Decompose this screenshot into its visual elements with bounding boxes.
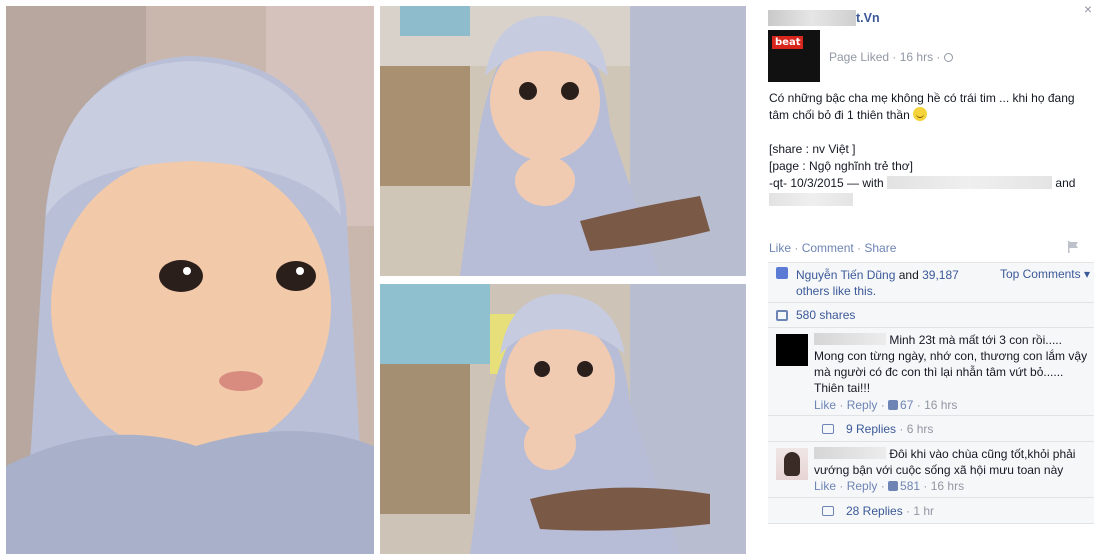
replies-row: 9 Replies · 6 hrs bbox=[768, 416, 1094, 442]
smiley-icon bbox=[913, 107, 928, 121]
post-page-line: [page : Ngộ nghĩnh trẻ thơ] bbox=[769, 159, 913, 173]
flag-icon[interactable] bbox=[1067, 241, 1079, 253]
comment-like-link[interactable]: Like bbox=[814, 479, 836, 493]
likes-count[interactable]: 39,187 bbox=[922, 268, 959, 282]
likes-summary: Nguyễn Tiến Dũng and 39,187 others like … bbox=[796, 268, 959, 298]
post-body: Có những bậc cha mẹ không hề có trái tim… bbox=[769, 90, 1094, 209]
comment-likes[interactable]: 67 bbox=[900, 398, 913, 412]
photo-baby-closeup[interactable] bbox=[6, 6, 374, 554]
comment-like-link[interactable]: Like bbox=[814, 398, 836, 412]
photo-collage bbox=[0, 0, 755, 560]
reply-icon bbox=[822, 506, 834, 516]
photo-baby-sitting-bottom[interactable] bbox=[380, 284, 746, 554]
comment-meta: Like · Reply · 581 · 16 hrs bbox=[814, 479, 965, 493]
comment-button[interactable]: Comment bbox=[802, 241, 854, 255]
post-date-text: -qt- 10/3/2015 — with bbox=[769, 176, 884, 190]
comment-time[interactable]: 16 hrs bbox=[924, 398, 957, 412]
comment-item: Minh 23t mà mất tới 3 con rồi..... Mong … bbox=[768, 328, 1094, 416]
page-name-redacted bbox=[768, 10, 856, 26]
commenter-name-redacted[interactable] bbox=[814, 447, 886, 459]
likes-row: Nguyễn Tiến Dũng and 39,187 others like … bbox=[768, 263, 1094, 303]
globe-icon bbox=[944, 53, 954, 62]
shares-count[interactable]: 580 shares bbox=[796, 308, 855, 322]
comment-text: Minh 23t mà mất tới 3 con rồi..... Mong … bbox=[814, 333, 1088, 395]
replies-link[interactable]: 9 Replies · 6 hrs bbox=[846, 422, 933, 436]
liker-name[interactable]: Nguyễn Tiến Dũng bbox=[796, 268, 895, 282]
commenter-avatar[interactable] bbox=[776, 334, 808, 366]
shares-row: 580 shares bbox=[768, 303, 1094, 328]
share-icon bbox=[776, 310, 788, 321]
page-name[interactable]: t.Vn bbox=[856, 11, 880, 25]
share-button[interactable]: Share bbox=[864, 241, 896, 255]
like-thumb-icon bbox=[888, 400, 899, 410]
replies-link[interactable]: 28 Replies · 1 hr bbox=[846, 504, 934, 518]
tagged-others-redacted[interactable] bbox=[769, 193, 853, 206]
post-panel: × t.Vn beat Page Liked · 16 hrs · Có nhữ… bbox=[762, 0, 1100, 560]
photo-baby-sitting-top[interactable] bbox=[380, 6, 746, 276]
post-meta: Page Liked · 16 hrs · bbox=[829, 50, 954, 64]
comment-time[interactable]: 16 hrs bbox=[931, 479, 964, 493]
likes-others[interactable]: others like this. bbox=[796, 284, 876, 298]
feedback-box: Nguyễn Tiến Dũng and 39,187 others like … bbox=[768, 262, 1094, 524]
tagged-friends-redacted bbox=[887, 176, 1053, 189]
commenter-name-redacted[interactable] bbox=[814, 333, 886, 345]
comment-meta: Like · Reply · 67 · 16 hrs bbox=[814, 398, 958, 412]
like-thumb-icon bbox=[888, 481, 899, 491]
post-header: t.Vn beat Page Liked · 16 hrs · bbox=[768, 10, 1088, 82]
commenter-avatar[interactable] bbox=[776, 448, 808, 480]
replies-row: 28 Replies · 1 hr bbox=[768, 498, 1094, 524]
comment-reply-link[interactable]: Reply bbox=[847, 479, 878, 493]
post-actions: Like · Comment · Share bbox=[769, 241, 897, 255]
top-comments-dropdown[interactable]: Top Comments ▾ bbox=[1000, 267, 1090, 281]
page-logo-text: beat bbox=[772, 36, 804, 49]
post-meta-text: Page Liked · 16 hrs · bbox=[829, 50, 941, 64]
comment-item: Đôi khi vào chùa cũng tốt,khỏi phải vướn… bbox=[768, 442, 1094, 498]
comment-likes[interactable]: 581 bbox=[900, 479, 920, 493]
like-button[interactable]: Like bbox=[769, 241, 791, 255]
post-and-text: and bbox=[1055, 176, 1076, 190]
like-thumb-icon bbox=[776, 267, 788, 279]
post-text-line: Có những bậc cha mẹ không hề có trái tim… bbox=[769, 90, 1094, 124]
post-share-line: [share : nv Việt ] bbox=[769, 142, 856, 156]
comment-text: Đôi khi vào chùa cũng tốt,khỏi phải vướn… bbox=[814, 447, 1076, 477]
post-tag-line: -qt- 10/3/2015 — with and bbox=[769, 175, 1094, 192]
reply-icon bbox=[822, 424, 834, 434]
page-avatar[interactable]: beat bbox=[768, 30, 820, 82]
comment-reply-link[interactable]: Reply bbox=[847, 398, 878, 412]
